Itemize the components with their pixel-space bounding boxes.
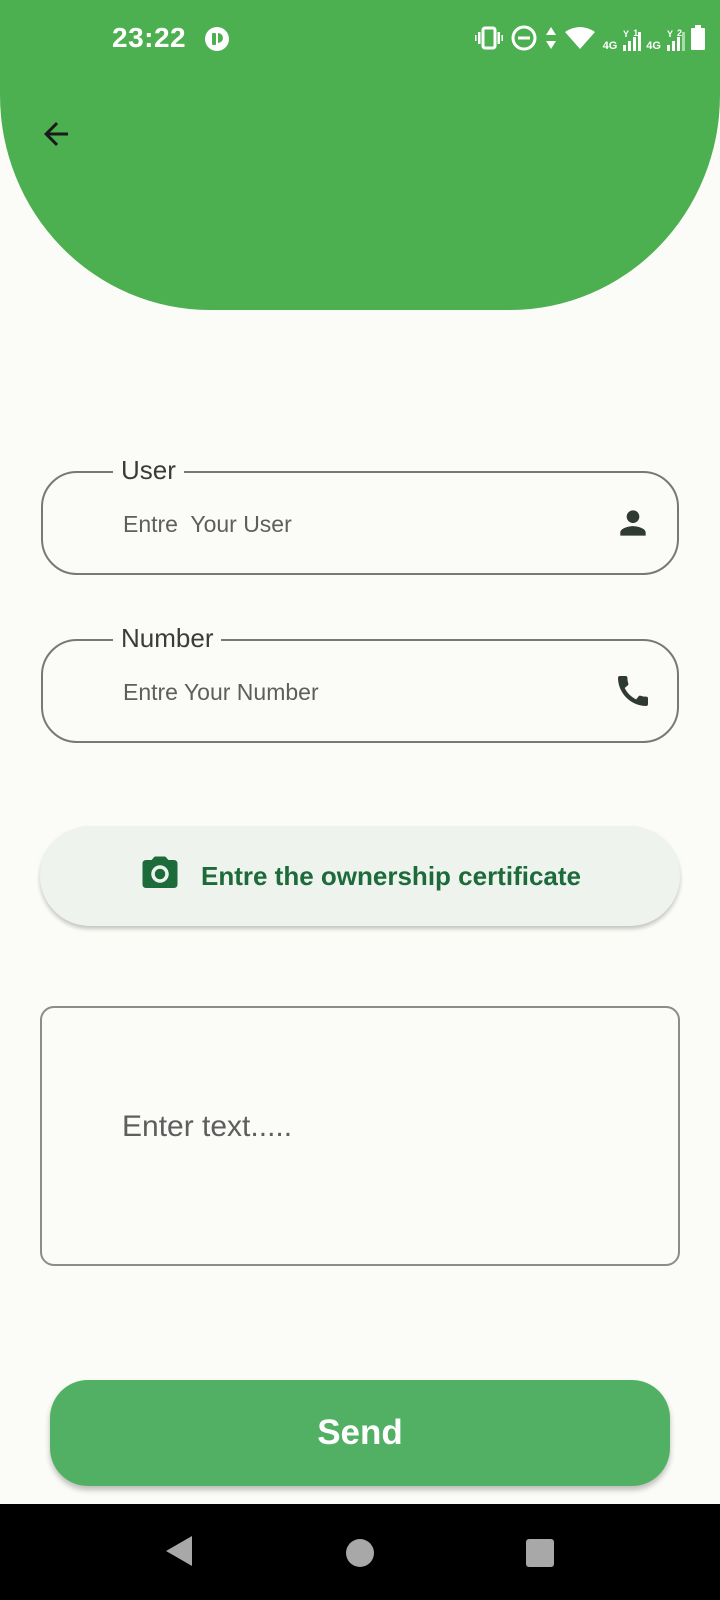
send-button[interactable]: Send xyxy=(50,1380,670,1486)
navigation-bar xyxy=(0,1504,720,1600)
number-field-label: Number xyxy=(113,621,222,655)
home-circle-icon[interactable] xyxy=(346,1539,374,1567)
recents-square-icon[interactable] xyxy=(526,1539,554,1567)
user-input[interactable] xyxy=(121,503,585,545)
back-triangle-icon[interactable] xyxy=(164,1534,194,1573)
signal-sim2-icon: 4G Y 2 xyxy=(646,28,685,52)
battery-icon xyxy=(690,24,706,56)
phone-icon xyxy=(613,671,653,711)
ownership-certificate-label: Entre the ownership certificate xyxy=(201,860,581,891)
message-textarea-box[interactable] xyxy=(40,1006,680,1266)
network-type-label: 4G xyxy=(646,40,661,52)
signal-sim1-icon: 4G Y 1 xyxy=(602,28,642,52)
do-not-disturb-icon xyxy=(511,25,537,56)
status-time: 23:22 xyxy=(112,22,187,53)
arrow-back-icon xyxy=(38,116,74,157)
data-arrows-icon xyxy=(545,26,557,55)
number-field[interactable]: Number xyxy=(41,621,679,743)
svg-text:Y: Y xyxy=(667,29,673,39)
message-textarea[interactable] xyxy=(120,1108,644,1172)
person-icon xyxy=(613,503,653,543)
network-type-label: 4G xyxy=(602,40,618,52)
vibrate-icon xyxy=(474,26,503,55)
app-notification-icon xyxy=(204,26,230,57)
wifi-icon xyxy=(564,26,595,55)
sim-index-label: 1 xyxy=(633,28,639,38)
user-field-label: User xyxy=(113,453,184,487)
number-input[interactable] xyxy=(121,671,585,713)
status-bar: 23:22 4G Y 1 4G Y 2 xyxy=(0,0,720,80)
camera-icon xyxy=(139,853,181,900)
sim-index-label: 2 xyxy=(676,28,682,38)
ownership-certificate-button[interactable]: Entre the ownership certificate xyxy=(40,826,680,926)
back-button[interactable] xyxy=(32,112,80,160)
user-field[interactable]: User xyxy=(41,453,679,575)
svg-text:Y: Y xyxy=(623,29,629,39)
